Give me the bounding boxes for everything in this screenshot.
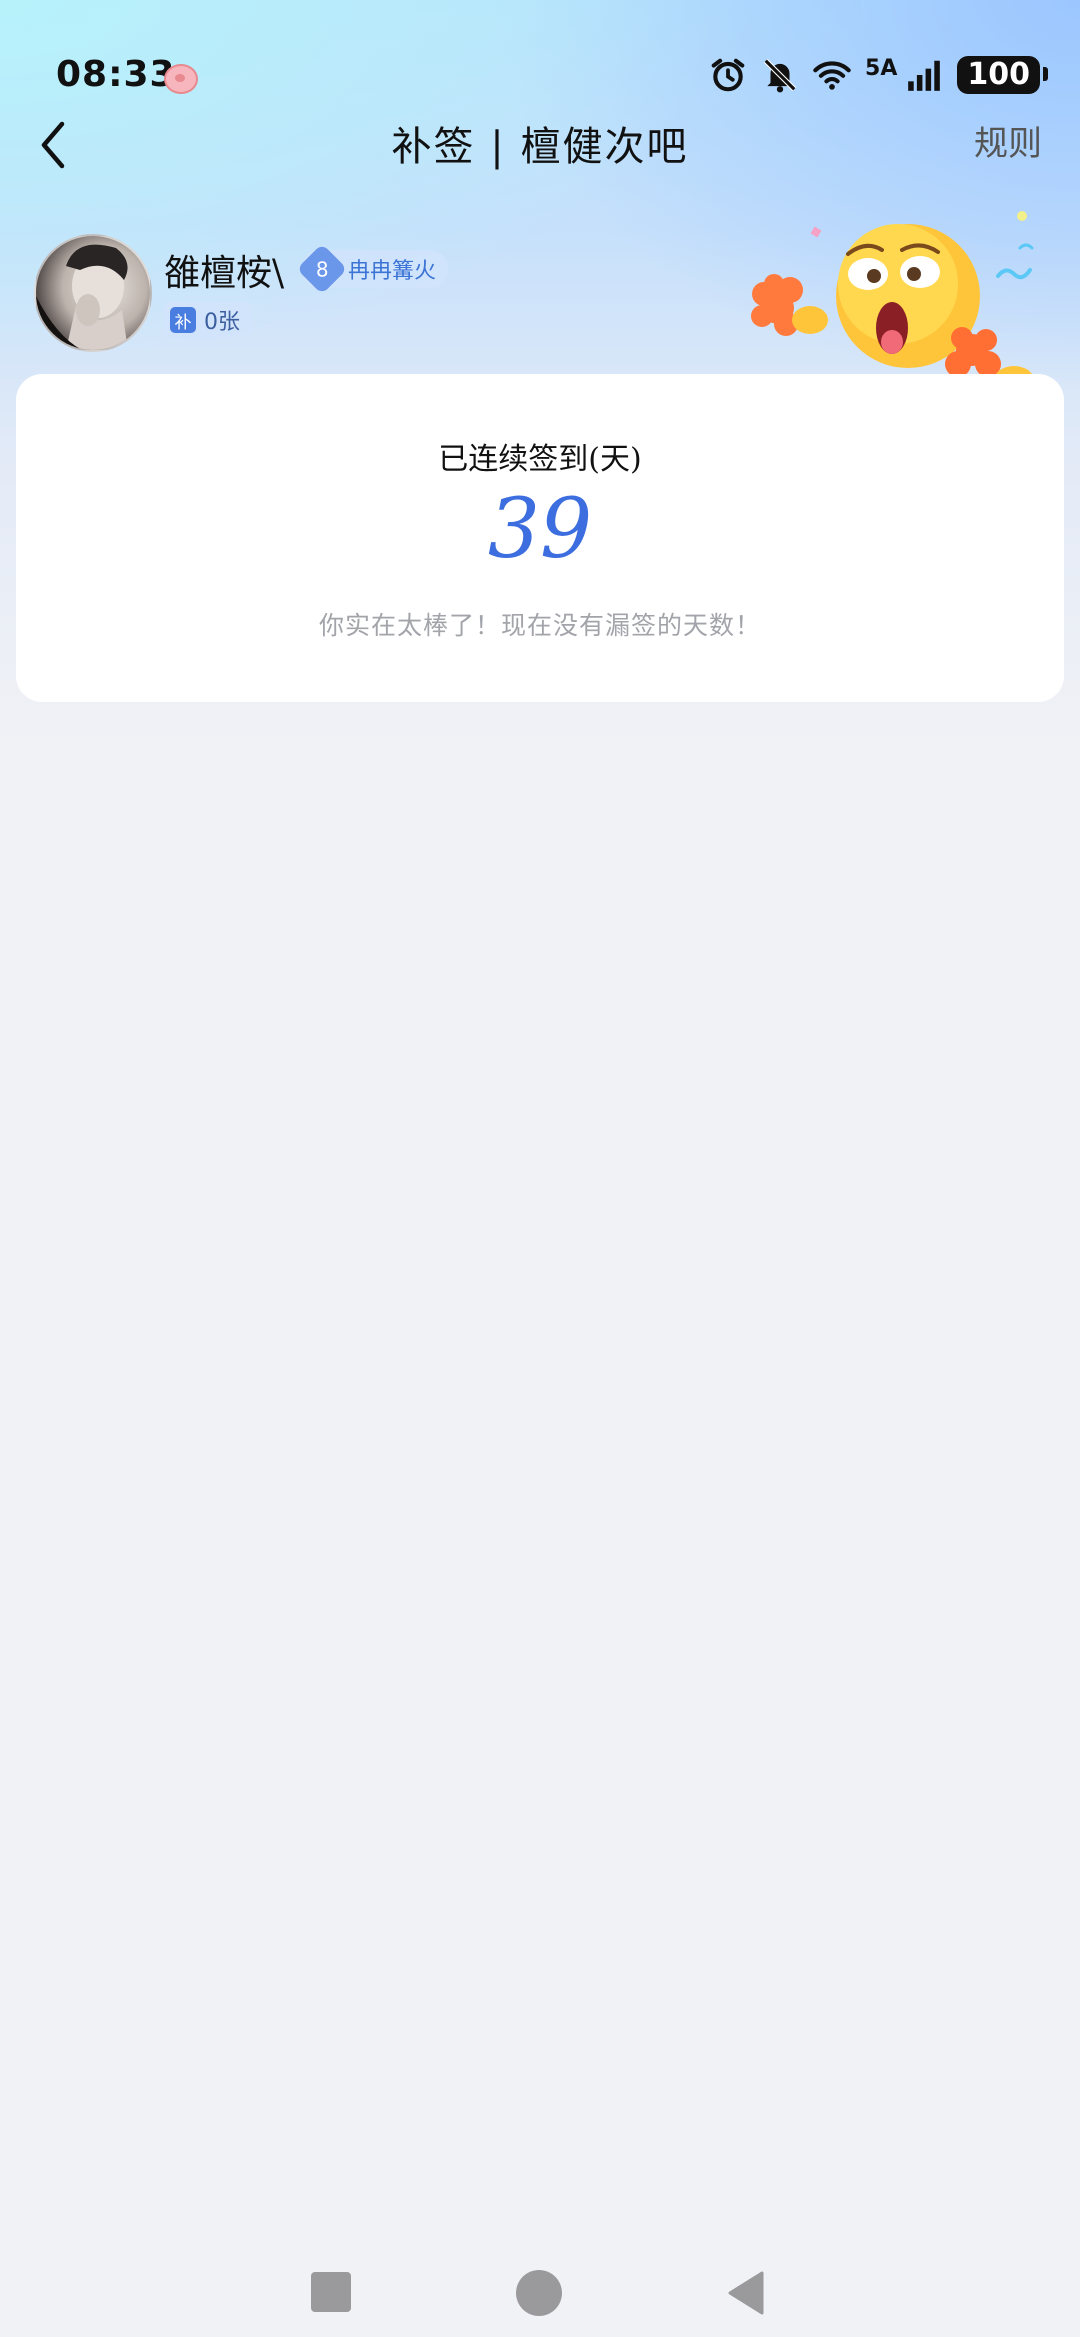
recent-apps-square-icon[interactable] [311, 2272, 351, 2312]
back-triangle-icon[interactable] [726, 2270, 766, 2316]
cheering-emoji-illustration [751, 211, 1034, 380]
avatar[interactable] [34, 234, 152, 352]
wifi-icon [813, 61, 851, 90]
rules-link[interactable]: 规则 [974, 116, 1042, 165]
streak-count: 39 [487, 482, 593, 577]
user-name: 雒檀桉\ [164, 253, 285, 294]
status-bar: 08:33 5A 100 [0, 0, 1080, 120]
battery-indicator: 100 [957, 56, 1048, 94]
network-type-label: 5A [865, 56, 898, 81]
status-icons: 5A 100 [709, 56, 1048, 94]
signal-icon [908, 60, 941, 91]
streak-label: 已连续签到(天) [438, 442, 642, 477]
avatar-portrait [36, 244, 128, 350]
notification-pig-icon [164, 64, 198, 94]
streak-message: 你实在太棒了！现在没有漏签的天数！ [318, 611, 761, 640]
makeup-ticket-badge[interactable]: 补 0张 [164, 302, 252, 338]
status-time: 08:33 [56, 54, 176, 95]
makeup-ticket-icon: 补 [170, 307, 196, 333]
mute-bell-icon [763, 58, 797, 93]
alarm-icon [711, 58, 745, 92]
makeup-ticket-count: 0张 [204, 310, 240, 335]
level-number: 8 [315, 256, 329, 281]
page-title: 补签 | 檀健次吧 [391, 124, 689, 170]
checkin-card: 已连续签到(天) 39 你实在太棒了！现在没有漏签的天数！ [16, 374, 1064, 702]
level-badge[interactable]: 8 冉冉篝火 [296, 243, 449, 295]
level-title: 冉冉篝火 [348, 259, 437, 284]
home-circle-icon[interactable] [516, 2270, 562, 2316]
system-navigation-bar [0, 2260, 1080, 2337]
